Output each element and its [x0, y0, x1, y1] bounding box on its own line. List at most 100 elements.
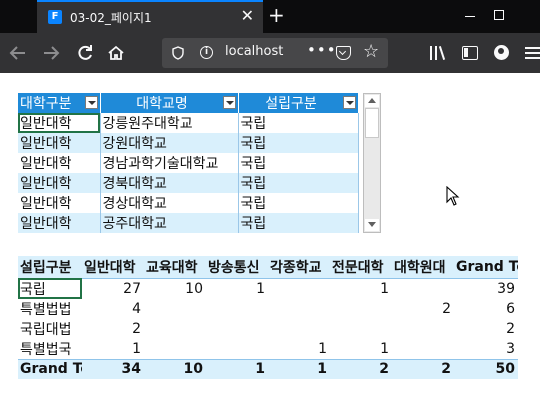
pivot-total-cell[interactable]: 50	[454, 358, 518, 379]
browser-tab[interactable]: F 03-02_페이지1 ✕	[37, 0, 263, 33]
pivot-cell[interactable]: 3	[454, 339, 518, 360]
forward-button[interactable]	[38, 40, 64, 66]
pivot-total-cell[interactable]: 34	[82, 358, 144, 379]
table-cell[interactable]: 일반대학	[18, 193, 101, 213]
table-cell[interactable]: 경남과학기술대학교	[100, 153, 239, 173]
table-cell[interactable]: 일반대학	[18, 133, 101, 153]
pivot-cell[interactable]	[268, 319, 330, 339]
table-cell[interactable]: 경북대학교	[100, 173, 239, 193]
pivot-column-header[interactable]: 전문대학	[330, 256, 392, 279]
table-cell[interactable]: 경상대학교	[100, 193, 239, 213]
table-cell[interactable]: 강릉원주대학교	[100, 113, 239, 133]
pivot-column-header[interactable]: Grand Total	[454, 256, 518, 279]
pivot-row-label[interactable]: 특별법법	[18, 299, 82, 319]
account-icon[interactable]	[494, 45, 509, 60]
table-cell[interactable]: 국립	[238, 153, 359, 173]
back-button[interactable]	[5, 40, 31, 66]
new-tab-button[interactable]: +	[268, 3, 285, 27]
vertical-scrollbar[interactable]	[363, 93, 381, 233]
tab-close-button[interactable]: ✕	[241, 7, 254, 25]
table-cell[interactable]: 강원대학교	[100, 133, 239, 153]
pivot-column-header[interactable]: 방송통신	[206, 256, 268, 279]
pivot-cell[interactable]	[330, 319, 392, 339]
pivot-cell[interactable]	[392, 339, 454, 360]
maximize-button[interactable]	[494, 0, 540, 33]
pivot-cell[interactable]: 1	[330, 339, 392, 360]
page-actions-button[interactable]: •••	[307, 41, 337, 59]
table-cell[interactable]: 일반대학	[18, 213, 101, 233]
url-bar[interactable]: i localhost ••• ☆	[162, 38, 388, 68]
column-header-founding-type[interactable]: 설립구분	[238, 93, 359, 113]
pivot-cell[interactable]: 1	[206, 278, 268, 299]
pivot-column-header[interactable]: 일반대학	[82, 256, 144, 279]
sidebar-icon[interactable]	[462, 46, 478, 60]
pivot-cell[interactable]: 10	[144, 278, 206, 299]
pivot-cell[interactable]: 2	[454, 319, 518, 339]
pivot-cell[interactable]: 1	[268, 339, 330, 360]
filter-dropdown-icon[interactable]	[222, 96, 236, 109]
pivot-cell[interactable]	[268, 278, 330, 299]
navigation-toolbar: i localhost ••• ☆	[0, 33, 540, 73]
bookmark-star-icon[interactable]: ☆	[363, 41, 379, 62]
pivot-total-cell[interactable]: 10	[144, 358, 206, 379]
library-icon[interactable]	[430, 46, 446, 60]
pivot-cell[interactable]: 6	[454, 299, 518, 319]
pivot-cell[interactable]: 39	[454, 278, 518, 299]
filter-dropdown-icon[interactable]	[342, 96, 356, 109]
url-text[interactable]: localhost	[225, 44, 297, 59]
table-cell[interactable]: 국립	[238, 213, 359, 233]
pivot-cell[interactable]	[144, 319, 206, 339]
table-cell[interactable]: 일반대학	[18, 173, 101, 193]
pivot-cell[interactable]	[144, 299, 206, 319]
minimize-button[interactable]	[448, 0, 494, 33]
pivot-row-label[interactable]: 특별법국	[18, 339, 82, 360]
pivot-column-header[interactable]: 각종학교	[268, 256, 330, 279]
pivot-total-cell[interactable]: 1	[268, 358, 330, 379]
home-button[interactable]	[103, 40, 129, 66]
shield-icon[interactable]	[172, 46, 184, 60]
pivot-cell[interactable]	[206, 299, 268, 319]
pivot-cell[interactable]	[268, 299, 330, 319]
pivot-row-label[interactable]: 국립대법	[18, 319, 82, 339]
table-cell[interactable]: 공주대학교	[100, 213, 239, 233]
table-cell[interactable]: 일반대학	[18, 153, 101, 173]
pivot-cell[interactable]: 2	[82, 319, 144, 339]
pivot-cell[interactable]: 4	[82, 299, 144, 319]
info-icon[interactable]: i	[200, 46, 213, 59]
table-cell[interactable]: 일반대학	[18, 113, 101, 133]
tab-title: 03-02_페이지1	[70, 11, 152, 25]
pivot-cell[interactable]	[392, 278, 454, 299]
pivot-column-header[interactable]: 교육대학	[144, 256, 206, 279]
pivot-cell[interactable]	[206, 339, 268, 360]
pivot-cell[interactable]: 2	[392, 299, 454, 319]
pivot-total-cell[interactable]: 1	[206, 358, 268, 379]
table-cell[interactable]: 국립	[238, 113, 359, 133]
pivot-column-header[interactable]: 설립구분	[18, 256, 82, 279]
mouse-cursor-icon	[446, 186, 460, 206]
pivot-row-label[interactable]: 국립	[18, 278, 82, 299]
pivot-total-cell[interactable]: 2	[392, 358, 454, 379]
pocket-icon[interactable]	[336, 46, 351, 60]
pivot-cell[interactable]: 1	[82, 339, 144, 360]
reload-button[interactable]	[72, 40, 98, 66]
column-header-univ-type[interactable]: 대학구분	[18, 93, 101, 113]
table-cell[interactable]: 국립	[238, 133, 359, 153]
pivot-total-label[interactable]: Grand Total	[18, 358, 82, 379]
pivot-cell[interactable]	[144, 339, 206, 360]
pivot-cell[interactable]	[330, 299, 392, 319]
scroll-thumb[interactable]	[365, 108, 379, 138]
scroll-up-arrow-icon[interactable]	[365, 95, 379, 107]
pivot-total-cell[interactable]: 2	[330, 358, 392, 379]
pivot-cell[interactable]: 27	[82, 278, 144, 299]
pivot-column-header[interactable]: 대학원대	[392, 256, 454, 279]
table-cell[interactable]: 국립	[238, 193, 359, 213]
page-content: 대학구분 대학교명 설립구분 일반대학 강릉원주대학교 국립 일반대학 강원대학…	[0, 73, 540, 400]
column-header-univ-name[interactable]: 대학교명	[100, 93, 239, 113]
filter-dropdown-icon[interactable]	[84, 96, 98, 109]
pivot-cell[interactable]: 1	[330, 278, 392, 299]
table-cell[interactable]: 국립	[238, 173, 359, 193]
pivot-cell[interactable]	[206, 319, 268, 339]
menu-icon[interactable]	[525, 47, 540, 59]
pivot-cell[interactable]	[392, 319, 454, 339]
scroll-down-arrow-icon[interactable]	[365, 219, 379, 231]
